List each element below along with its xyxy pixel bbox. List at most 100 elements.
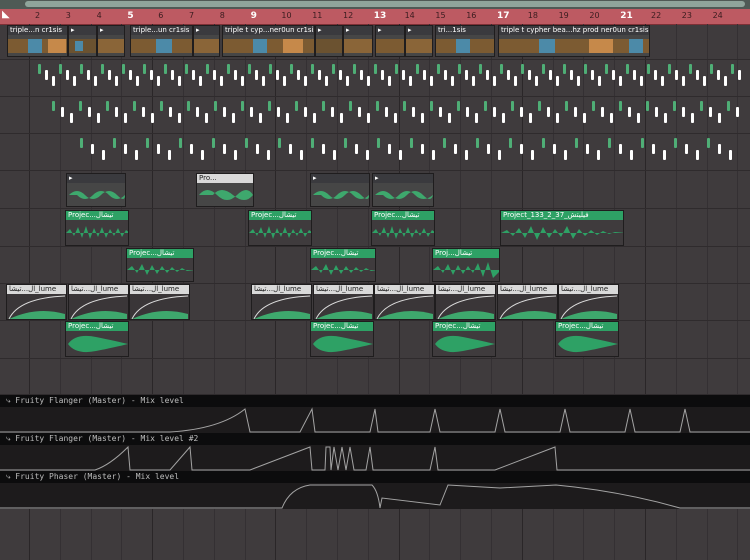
pattern-note-block[interactable] — [457, 101, 460, 111]
ruler-bar-5[interactable]: 5 — [127, 11, 133, 21]
pattern-note-block[interactable] — [675, 70, 678, 80]
pattern-note-block[interactable] — [185, 64, 188, 74]
audio-clip-project-2[interactable]: Projec...تیشال — [248, 210, 312, 246]
automation-clips-row[interactable]: ال...تیشا_lume ال...تیشا_lume ال...تیشا_lu… — [0, 284, 750, 322]
pattern-note-block[interactable] — [430, 101, 433, 111]
ruler-bar-22[interactable]: 22 — [651, 11, 661, 20]
pattern-note-block[interactable] — [241, 76, 244, 86]
pattern-note-block[interactable] — [528, 70, 531, 80]
pattern-note-block[interactable] — [605, 64, 608, 74]
pattern-note-block[interactable] — [267, 150, 270, 160]
pattern-note-block[interactable] — [150, 70, 153, 80]
pattern-note-block[interactable] — [262, 76, 265, 86]
pattern-note-block[interactable] — [45, 70, 48, 80]
pattern-note-block[interactable] — [333, 150, 336, 160]
pattern-note-block[interactable] — [597, 150, 600, 160]
pattern-note-block[interactable] — [584, 64, 587, 74]
pattern-note-block[interactable] — [444, 70, 447, 80]
automation-lane-header-2[interactable]: ⤷ Fruity Flanger (Master) - Mix level #2 — [0, 433, 750, 445]
ruler-bar-19[interactable]: 19 — [559, 11, 569, 20]
pattern-note-block[interactable] — [592, 101, 595, 111]
pattern-note-block[interactable] — [709, 107, 712, 117]
pattern-clip-triple-4[interactable]: triple t cypher bea...hz prod ner0un cr1… — [498, 25, 650, 57]
playhead-marker-icon[interactable]: ◣ — [2, 9, 10, 20]
pattern-note-block[interactable] — [192, 70, 195, 80]
automation-clip-volume[interactable]: ال...تیشا_lume — [435, 284, 496, 320]
pattern-note-block[interactable] — [311, 138, 314, 148]
pattern-note-block[interactable] — [612, 70, 615, 80]
pattern-note-block[interactable] — [367, 113, 370, 123]
pattern-note-block[interactable] — [601, 107, 604, 117]
pattern-note-block[interactable] — [297, 70, 300, 80]
pattern-note-block[interactable] — [385, 107, 388, 117]
pattern-note-block[interactable] — [637, 113, 640, 123]
pattern-note-block[interactable] — [663, 150, 666, 160]
pattern-note-block[interactable] — [353, 64, 356, 74]
pattern-note-block[interactable] — [313, 113, 316, 123]
audio-clip-project[interactable]: Projec...تیشال — [555, 321, 619, 357]
pattern-note-block[interactable] — [454, 144, 457, 154]
pattern-note-block[interactable] — [535, 76, 538, 86]
pattern-note-block[interactable] — [269, 64, 272, 74]
pattern-note-block[interactable] — [91, 144, 94, 154]
pattern-note-block[interactable] — [633, 70, 636, 80]
automation-clip-volume[interactable]: ال...تیشا_lume — [374, 284, 435, 320]
pattern-note-block[interactable] — [674, 138, 677, 148]
horizontal-scrollbar[interactable] — [0, 0, 750, 9]
pattern-note-block[interactable] — [476, 138, 479, 148]
pattern-note-block[interactable] — [234, 150, 237, 160]
pattern-clip-small-3[interactable]: ▸ — [193, 25, 220, 57]
pattern-note-block[interactable] — [421, 144, 424, 154]
pattern-note-block[interactable] — [201, 150, 204, 160]
ruler-bar-12[interactable]: 12 — [343, 11, 353, 20]
pattern-note-block[interactable] — [146, 138, 149, 148]
automation-clip-volume[interactable]: ال...تیشا_lume — [68, 284, 129, 320]
pattern-note-block[interactable] — [80, 64, 83, 74]
pattern-note-block[interactable] — [421, 113, 424, 123]
pattern-note-block[interactable] — [52, 101, 55, 111]
audio-clip-project-long[interactable]: Project_133_2_37_فیلیتش — [500, 210, 624, 246]
pattern-note-block[interactable] — [340, 113, 343, 123]
pattern-note-block[interactable] — [538, 101, 541, 111]
pattern-note-block[interactable] — [101, 64, 104, 74]
pattern-note-block[interactable] — [349, 101, 352, 111]
ruler-bar-23[interactable]: 23 — [682, 11, 692, 20]
pattern-clip-row5-4[interactable]: ▸ — [372, 173, 434, 207]
pattern-note-block[interactable] — [626, 64, 629, 74]
pattern-note-block[interactable] — [256, 144, 259, 154]
pattern-note-block[interactable] — [439, 107, 442, 117]
audio-clip-project[interactable]: Projec...تیشال — [65, 321, 129, 357]
audio-clip-project-3[interactable]: Projec...تیشال — [371, 210, 435, 246]
pattern-note-block[interactable] — [178, 76, 181, 86]
automation-lane-header-3[interactable]: ⤷ Fruity Phaser (Master) - Mix level — [0, 471, 750, 483]
pattern-note-block[interactable] — [484, 101, 487, 111]
pattern-note-block[interactable] — [187, 101, 190, 111]
pattern-note-block[interactable] — [451, 76, 454, 86]
pattern-note-block[interactable] — [529, 113, 532, 123]
pattern-note-block[interactable] — [682, 107, 685, 117]
automation-lane-2[interactable] — [0, 445, 750, 471]
pattern-note-block[interactable] — [213, 70, 216, 80]
pattern-note-block[interactable] — [290, 64, 293, 74]
pattern-note-block[interactable] — [553, 144, 556, 154]
pattern-note-block[interactable] — [394, 113, 397, 123]
automation-lane-header-1[interactable]: ⤷ Fruity Flanger (Master) - Mix level — [0, 395, 750, 407]
pattern-note-block[interactable] — [360, 70, 363, 80]
pattern-note-block[interactable] — [502, 113, 505, 123]
pattern-note-block[interactable] — [586, 144, 589, 154]
pattern-note-block[interactable] — [374, 64, 377, 74]
pattern-note-block[interactable] — [223, 107, 226, 117]
pattern-note-block[interactable] — [122, 64, 125, 74]
pattern-note-block[interactable] — [691, 113, 694, 123]
pattern-note-block[interactable] — [641, 138, 644, 148]
ruler-bar-10[interactable]: 10 — [281, 11, 291, 20]
pattern-note-block[interactable] — [619, 101, 622, 111]
ruler-bar-2[interactable]: 2 — [35, 11, 40, 20]
pattern-note-block[interactable] — [255, 70, 258, 80]
pattern-note-block[interactable] — [135, 150, 138, 160]
automation-clip-volume[interactable]: ال...تیشا_lume — [6, 284, 67, 320]
pattern-note-block[interactable] — [437, 64, 440, 74]
pattern-note-block[interactable] — [652, 144, 655, 154]
pattern-note-block[interactable] — [432, 150, 435, 160]
ruler-bar-3[interactable]: 3 — [66, 11, 71, 20]
